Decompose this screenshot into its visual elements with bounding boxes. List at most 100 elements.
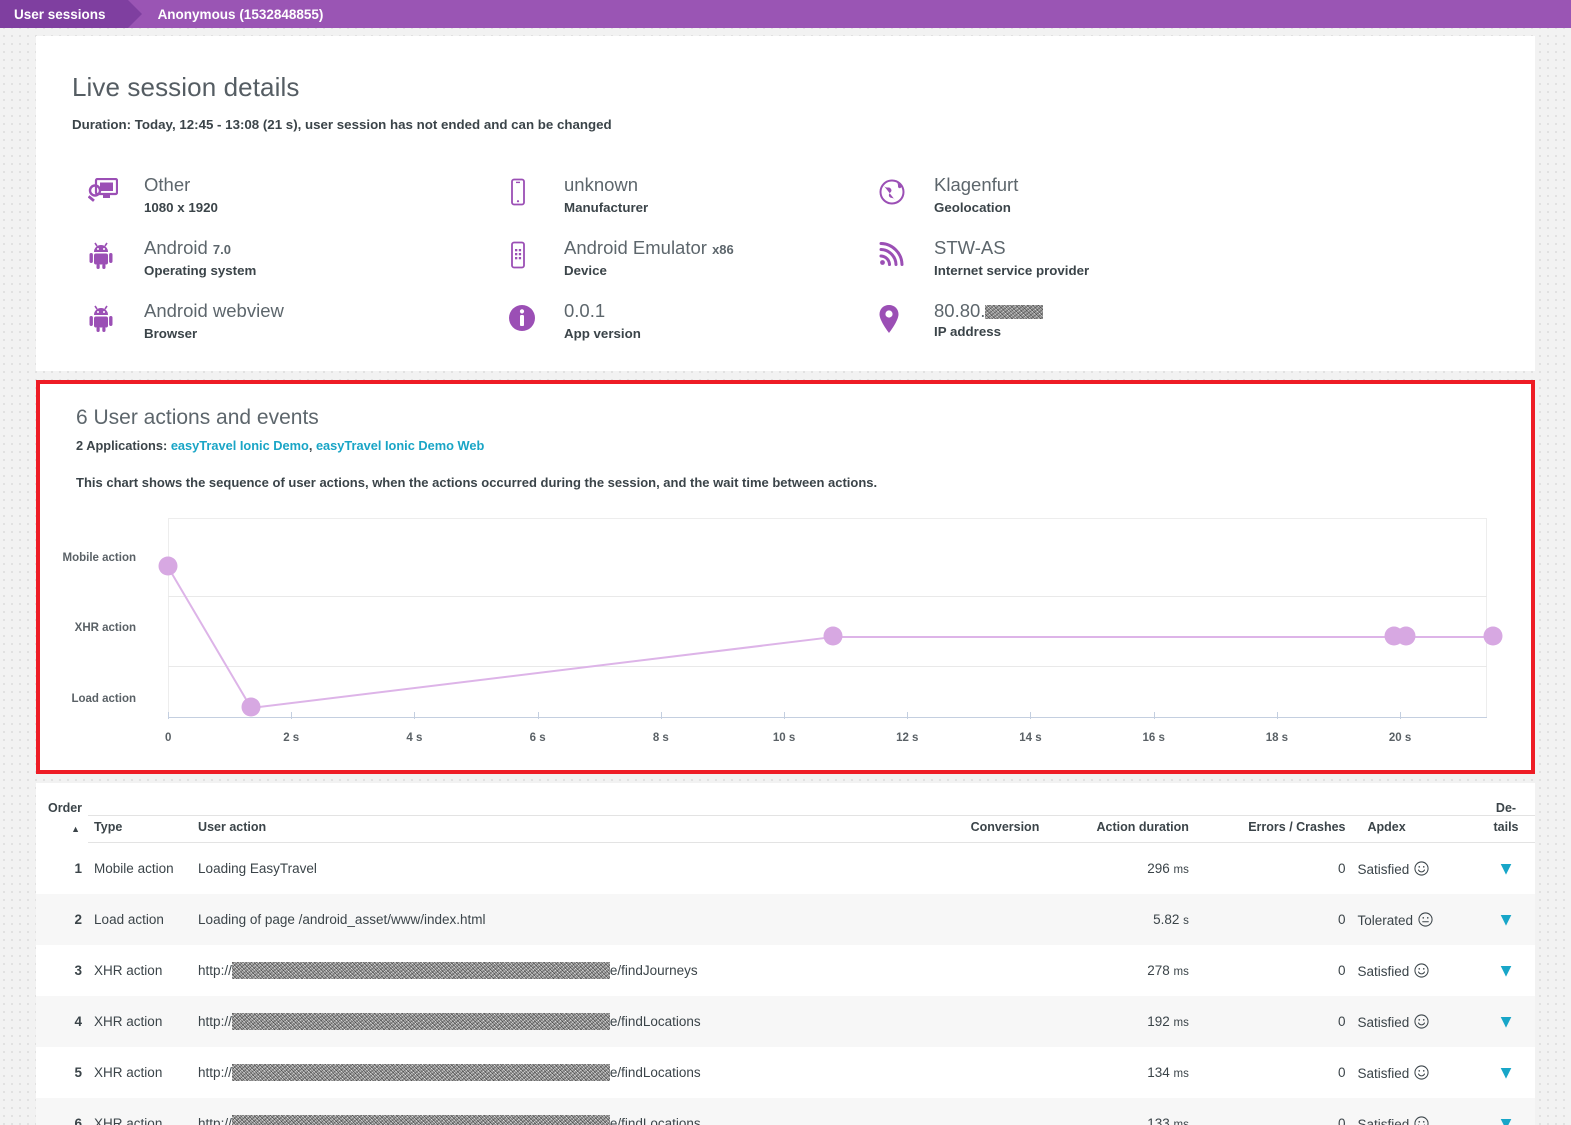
cell-order: 5	[74, 1065, 83, 1080]
x-tick	[660, 712, 662, 719]
user-actions-chart: Mobile action XHR action Load action 0 2 …	[40, 510, 1531, 760]
cell-details[interactable]: ▾	[1477, 894, 1535, 945]
android-icon	[88, 300, 128, 332]
apdex-face-icon	[1409, 962, 1429, 979]
chart-data-point[interactable]	[158, 556, 178, 576]
column-header-sort-caret[interactable]: ▲	[36, 816, 88, 843]
cell-user-action[interactable]: Loading EasyTravel	[192, 843, 930, 895]
application-link-2[interactable]: easyTravel Ionic Demo Web	[316, 438, 484, 453]
cell-errors-crashes: 0	[1337, 861, 1346, 876]
applications-separator: ,	[308, 438, 316, 453]
x-tick	[784, 712, 786, 719]
cell-order: 1	[74, 860, 83, 876]
chart-data-point[interactable]	[241, 697, 261, 717]
device-icon	[508, 237, 548, 269]
x-tick	[1400, 712, 1402, 719]
column-header-action-duration[interactable]: Action duration	[1045, 815, 1195, 843]
x-tick-label: 2 s	[283, 732, 300, 744]
column-header-type-label[interactable]: Type	[88, 815, 193, 843]
column-header-conversion-spacer	[929, 797, 1046, 816]
device-info-item: unknown Manufacturer	[508, 174, 878, 215]
cell-details[interactable]: ▾	[1477, 843, 1535, 895]
table-header: Order De- ▲ Type User action Conversion	[36, 797, 1535, 843]
chart-x-axis	[168, 717, 1487, 718]
redacted-url-block	[231, 1115, 610, 1125]
table-row[interactable]: 3 XHR action http:// e/findJourneys 278 ms 0 S…	[36, 945, 1535, 996]
breadcrumb-item-user-sessions[interactable]: User sessions	[0, 0, 128, 28]
cell-errors-crashes: 0	[1194, 894, 1352, 945]
duration-unit: ms	[1173, 1068, 1189, 1080]
cell-user-action[interactable]: http:// e/findJourneys	[192, 945, 930, 996]
breadcrumb-item-current[interactable]: Anonymous (1532848855)	[146, 0, 338, 28]
chart-data-point[interactable]	[1483, 626, 1503, 646]
breadcrumb-current-label: Anonymous (1532848855)	[157, 6, 324, 22]
monitor-search-icon	[88, 174, 128, 204]
column-header-errors-crashes[interactable]: Errors / Crashes	[1194, 815, 1352, 843]
section-title-user-actions: 6 User actions and events	[76, 406, 319, 429]
column-header-user-action-spacer	[192, 797, 930, 816]
chart-data-point[interactable]	[823, 626, 843, 646]
column-header-conversion[interactable]: Conversion	[929, 815, 1046, 843]
table-row[interactable]: 2 Load action Loading of page /android_ass…	[36, 894, 1535, 945]
device-info-item: Android Emulator x86 Device	[508, 237, 878, 278]
chart-gridline	[168, 596, 1487, 597]
column-header-apdex[interactable]: Apdex	[1351, 815, 1477, 843]
cell-user-action[interactable]: Loading of page /android_asset/www/index…	[192, 894, 930, 945]
duration-unit: ms	[1173, 1119, 1189, 1125]
x-tick-label: 6 s	[529, 732, 546, 744]
chevron-down-icon[interactable]: ▾	[1501, 858, 1511, 879]
user-actions-table-panel: Order De- ▲ Type User action Conversion	[36, 783, 1535, 1125]
cell-user-action[interactable]: http:// e/findLocations	[192, 1098, 930, 1125]
user-actions-and-events-panel: 6 User actions and events 2 Applications…	[36, 380, 1535, 774]
redacted-url-block	[231, 962, 610, 979]
page-title: Live session details	[72, 72, 300, 102]
chevron-down-icon[interactable]: ▾	[1501, 1113, 1511, 1125]
applications-prefix: 2 Applications:	[76, 438, 171, 453]
cell-user-action[interactable]: http:// e/findLocations	[192, 1047, 930, 1098]
column-header-details-top: De-	[1477, 797, 1535, 816]
column-header-order[interactable]: Order	[36, 797, 88, 816]
chart-data-point[interactable]	[1396, 626, 1416, 646]
table-row[interactable]: 5 XHR action http:// e/findLocations 134 ms 0…	[36, 1047, 1535, 1098]
cell-details[interactable]: ▾	[1477, 1047, 1535, 1098]
chevron-down-icon[interactable]: ▾	[1501, 909, 1511, 930]
cell-apdex: Satisfied	[1351, 1098, 1477, 1125]
chevron-down-icon[interactable]: ▾	[1501, 1011, 1511, 1032]
x-tick-label: 12 s	[896, 732, 919, 744]
device-info-label: App version	[564, 326, 641, 341]
table-row[interactable]: 1 Mobile action Loading EasyTravel 296 ms 0 S…	[36, 843, 1535, 895]
cell-user-action[interactable]: http:// e/findLocations	[192, 996, 930, 1047]
y-tick-label: XHR action	[74, 622, 136, 634]
column-header-duration-spacer	[1045, 797, 1195, 816]
cell-action-duration: 5.82 s	[1045, 894, 1195, 945]
device-info-label: Manufacturer	[564, 200, 649, 215]
device-info-label: Device	[564, 263, 607, 278]
x-tick-label: 10 s	[772, 732, 796, 744]
android-icon	[88, 237, 128, 269]
x-tick	[1276, 712, 1278, 719]
column-header-user-action[interactable]: User action	[192, 815, 930, 843]
application-link-1[interactable]: easyTravel Ionic Demo	[171, 438, 309, 453]
table-row[interactable]: 6 XHR action http:// e/findLocations 133 ms 0…	[36, 1098, 1535, 1125]
live-session-details-panel: Live session details Duration: Today, 12…	[36, 36, 1535, 371]
cell-details[interactable]: ▾	[1477, 1098, 1535, 1125]
cell-details[interactable]: ▾	[1477, 945, 1535, 996]
details-header-line1: De-	[1495, 801, 1517, 815]
column-header-type[interactable]	[88, 797, 193, 816]
cell-order: 2	[36, 894, 89, 945]
table-row[interactable]: 4 XHR action http:// e/findLocations 192 ms 0…	[36, 996, 1535, 1047]
table-body: 1 Mobile action Loading EasyTravel 296 ms 0 S…	[36, 843, 1535, 1125]
chevron-down-icon[interactable]: ▾	[1501, 1062, 1511, 1083]
chevron-down-icon[interactable]: ▾	[1501, 960, 1511, 981]
column-header-apdex-spacer	[1351, 797, 1477, 816]
device-info-item: STW-AS Internet service provider	[878, 237, 1535, 278]
device-info-label: Geolocation	[934, 200, 1011, 215]
cell-errors-crashes: 0	[1194, 996, 1352, 1047]
device-info-label: IP address	[934, 324, 1002, 339]
cell-details[interactable]: ▾	[1477, 996, 1535, 1047]
device-info-label: Internet service provider	[934, 263, 1090, 278]
user-action-url-suffix: e/findLocations	[609, 1065, 701, 1080]
device-info-grid: Other 1080 x 1920 unknown Manufacturer K…	[88, 174, 1535, 341]
chart-plot-border	[168, 518, 1487, 718]
mobile-phone-icon	[508, 174, 548, 206]
